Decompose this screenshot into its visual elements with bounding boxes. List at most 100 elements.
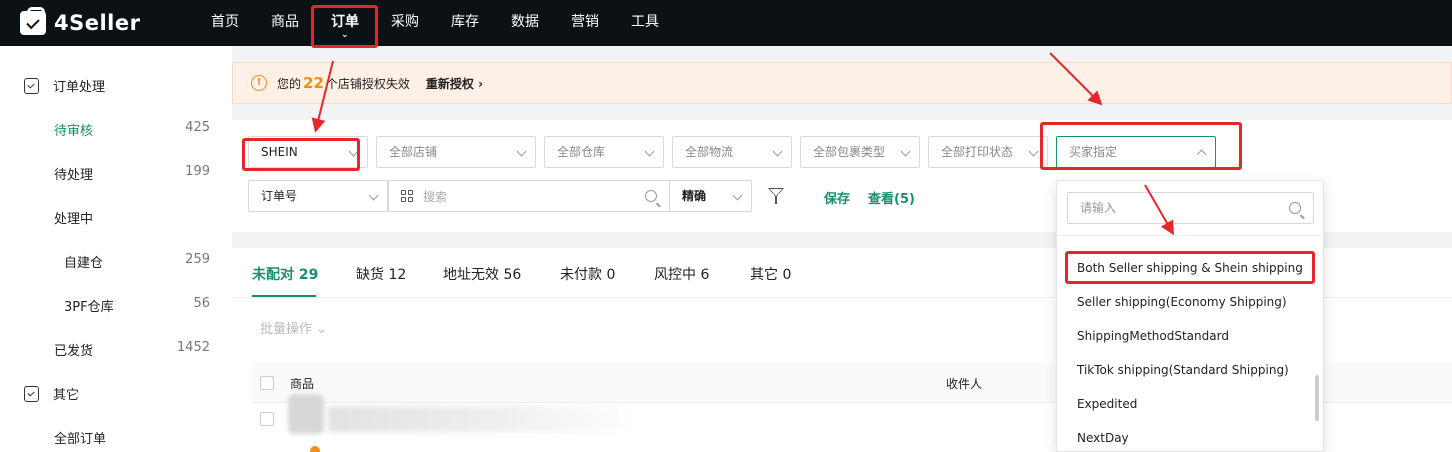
warehouse-select-value: 全部仓库 (557, 145, 606, 159)
chevron-down-icon (1028, 146, 1039, 157)
chevron-down-icon (772, 146, 783, 157)
tab-out-of-stock[interactable]: 缺货 12 (356, 264, 406, 284)
sidebar-group-other[interactable]: 其它 (24, 384, 79, 403)
dropdown-search-placeholder: 请输入 (1080, 201, 1117, 215)
sidebar-item-count (210, 208, 232, 227)
sidebar-item-shipped[interactable]: 已发货 1452 (0, 340, 232, 359)
dropdown-option[interactable]: ShippingMethodStandard (1077, 329, 1229, 343)
reauthorize-link[interactable]: 重新授权 › (426, 75, 483, 92)
package-type-select-value: 全部包裹类型 (813, 145, 886, 159)
save-button[interactable]: 保存 (824, 188, 850, 207)
column-header-product: 商品 (290, 377, 315, 391)
tab-other[interactable]: 其它 0 (750, 264, 791, 284)
search-icon (1289, 202, 1301, 214)
sidebar-item-count: 1452 (176, 340, 210, 355)
top-nav: 4Seller 首页 商品 订单 ⌄ 采购 库存 数据 营销 工具 (0, 0, 1452, 46)
nav-purchase[interactable]: 采购 (375, 0, 435, 46)
sidebar-item-label: 待处理 (54, 168, 94, 183)
sidebar-item-count: 425 (185, 120, 210, 135)
auth-notice-bar: ! 您的 22 个店铺授权失效 重新授权 › (232, 62, 1452, 104)
store-select[interactable]: 全部店铺 (376, 136, 536, 168)
sidebar-item-3pf-warehouse[interactable]: 3PF仓库 56 (0, 296, 232, 315)
tab-risk-control[interactable]: 风控中 6 (654, 264, 709, 284)
match-mode-value: 精确 (682, 189, 707, 203)
search-placeholder: 搜索 (423, 189, 448, 204)
tab-unpaired[interactable]: 未配对 29 (252, 264, 318, 284)
nav-marketing[interactable]: 营销 (555, 0, 615, 46)
warehouse-select[interactable]: 全部仓库 (544, 136, 664, 168)
notice-count: 22 (303, 74, 324, 92)
tab-invalid-address[interactable]: 地址无效 56 (443, 264, 521, 284)
warning-icon: ! (251, 75, 267, 91)
product-thumbnail (288, 394, 324, 434)
sidebar-item-label: 待审核 (54, 124, 94, 139)
print-status-select[interactable]: 全部打印状态 (928, 136, 1048, 168)
chevron-down-icon (900, 146, 911, 157)
dropdown-option[interactable]: TikTok shipping(Standard Shipping) (1077, 363, 1289, 377)
sidebar-item-own-warehouse[interactable]: 自建仓 259 (0, 252, 232, 271)
sidebar-item-label: 已发货 (54, 344, 94, 359)
logistics-select-value: 全部物流 (685, 145, 734, 159)
annotation-box-orders-nav (311, 5, 378, 48)
bag-check-icon (20, 7, 46, 35)
sidebar: 订单处理 待审核 425 待处理 199 处理中 自建仓 259 3PF仓库 5… (0, 46, 232, 452)
sidebar-item-count: 56 (193, 296, 210, 311)
chevron-down-icon (368, 190, 379, 201)
clipboard-check-icon (24, 385, 39, 402)
chevron-down-icon (516, 146, 527, 157)
sidebar-item-processing[interactable]: 处理中 (0, 208, 232, 227)
dropdown-scrollbar[interactable] (1315, 375, 1319, 421)
status-dot-icon (310, 446, 320, 452)
nav-data[interactable]: 数据 (495, 0, 555, 46)
chevron-down-icon (644, 146, 655, 157)
nav-products[interactable]: 商品 (255, 0, 315, 46)
sidebar-item-pending-review[interactable]: 待审核 425 (0, 120, 232, 139)
dropdown-option[interactable]: Seller shipping(Economy Shipping) (1077, 295, 1287, 309)
column-header-recipient: 收件人 (946, 377, 983, 391)
search-input[interactable]: 搜索 (388, 180, 670, 212)
package-type-select[interactable]: 全部包裹类型 (800, 136, 920, 168)
select-all-checkbox[interactable] (260, 376, 274, 390)
sidebar-item-count: 199 (185, 164, 210, 179)
notice-suffix: 个店铺授权失效 (325, 76, 410, 91)
sidebar-group-order-processing[interactable]: 订单处理 (24, 76, 105, 95)
clipboard-check-icon (24, 77, 39, 94)
match-mode-select[interactable]: 精确 (669, 180, 752, 212)
nav-tools[interactable]: 工具 (615, 0, 675, 46)
nav-home[interactable]: 首页 (195, 0, 255, 46)
row-checkbox[interactable] (260, 412, 274, 426)
search-icon[interactable] (645, 190, 657, 202)
sidebar-item-count: 259 (185, 252, 210, 267)
chevron-down-icon (732, 190, 743, 201)
annotation-box-option (1065, 251, 1315, 284)
batch-actions-button[interactable]: 批量操作 ⌄ (260, 318, 327, 337)
print-status-select-value: 全部打印状态 (941, 145, 1014, 159)
sidebar-group-label: 其它 (53, 388, 80, 403)
sidebar-item-label: 3PF仓库 (64, 300, 114, 315)
product-title-redacted (328, 406, 638, 432)
nav-inventory[interactable]: 库存 (435, 0, 495, 46)
sidebar-group-label: 订单处理 (53, 80, 106, 95)
sidebar-item-label: 全部订单 (54, 432, 107, 447)
filter-icon[interactable] (768, 188, 784, 204)
sidebar-item-to-process[interactable]: 待处理 199 (0, 164, 232, 183)
grid-icon (401, 190, 413, 202)
sidebar-item-label: 自建仓 (64, 256, 104, 271)
dropdown-divider (1057, 235, 1323, 236)
brand-name: 4Seller (54, 11, 141, 35)
dropdown-option[interactable]: NextDay (1077, 431, 1129, 445)
sidebar-item-all-orders[interactable]: 全部订单 (0, 428, 232, 447)
annotation-box-buyer-specified (1040, 122, 1242, 170)
dropdown-option[interactable]: Expedited (1077, 397, 1137, 411)
buyer-specified-dropdown: 请输入 Both Seller shipping & Shein shippin… (1056, 180, 1324, 452)
annotation-box-platform (242, 138, 360, 171)
notice-prefix: 您的 (277, 76, 302, 91)
brand-logo[interactable]: 4Seller (20, 7, 195, 35)
order-number-type-select[interactable]: 订单号 (248, 180, 388, 212)
sidebar-item-label: 处理中 (54, 212, 94, 227)
logistics-select[interactable]: 全部物流 (672, 136, 792, 168)
dropdown-search-input[interactable]: 请输入 (1067, 192, 1314, 224)
view-saved-button[interactable]: 查看(5) (868, 188, 915, 207)
order-number-type-value: 订单号 (261, 189, 298, 203)
tab-unpaid[interactable]: 未付款 0 (560, 264, 615, 284)
